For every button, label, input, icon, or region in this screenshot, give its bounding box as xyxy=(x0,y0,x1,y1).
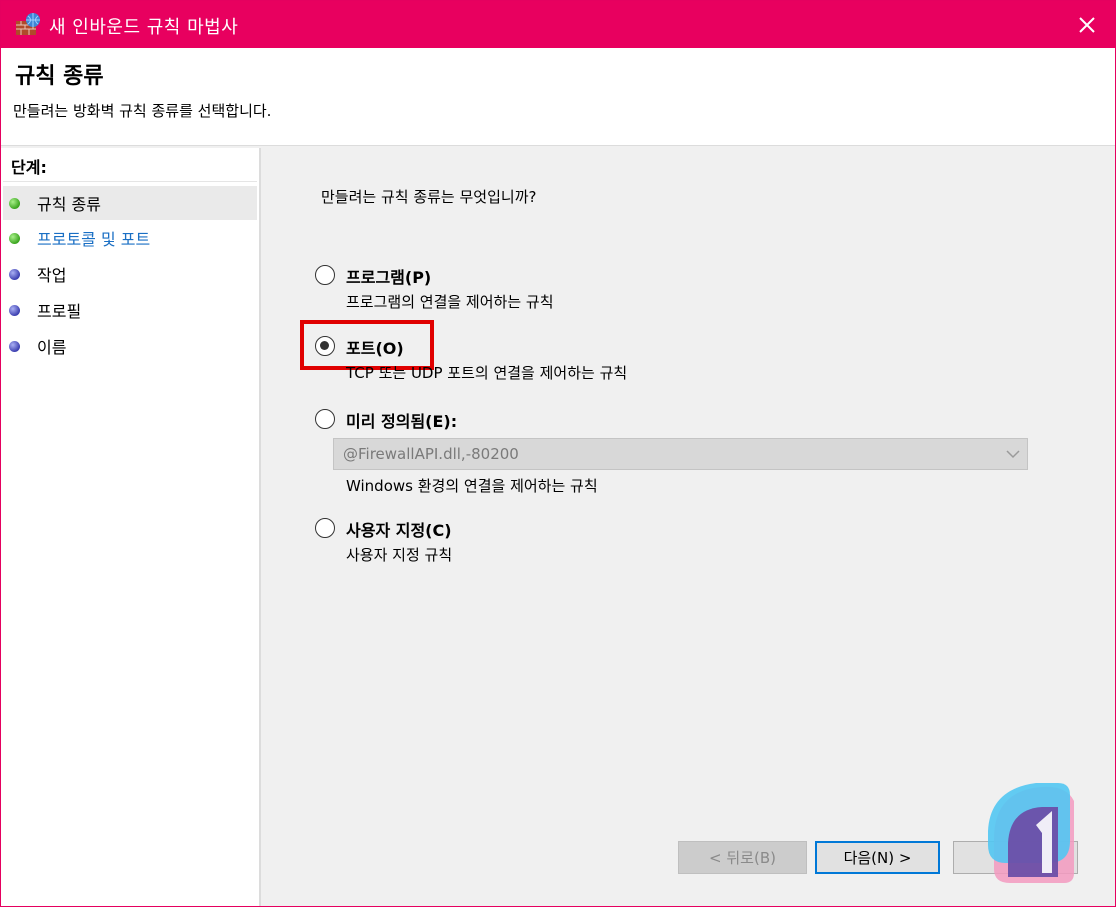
radio-port[interactable] xyxy=(315,336,335,356)
step-item-action: 작업 xyxy=(3,257,257,291)
radio-custom[interactable] xyxy=(315,518,335,538)
option-label[interactable]: 사용자 지정(C) xyxy=(346,517,452,541)
step-status-pending-icon xyxy=(9,268,20,280)
step-item-name: 이름 xyxy=(3,329,257,363)
wizard-window: 새 인바운드 규칙 마법사 규칙 종류 만들려는 방화벽 규칙 종류를 선택합니… xyxy=(0,0,1116,907)
step-item-rule-type[interactable]: 규칙 종류 xyxy=(3,186,257,220)
step-label: 작업 xyxy=(37,266,67,285)
step-status-pending-icon xyxy=(9,340,20,352)
step-label: 프로토콜 및 포트 xyxy=(37,230,151,249)
radio-predefined[interactable] xyxy=(315,409,335,429)
steps-sidebar: 단계: 규칙 종류 프로토콜 및 포트 작업 프로필 이름 xyxy=(1,148,261,906)
option-label[interactable]: 포트(O) xyxy=(346,335,404,359)
watermark-logo-icon xyxy=(988,783,1074,883)
steps-label: 단계: xyxy=(11,158,47,177)
step-status-complete-icon xyxy=(9,232,20,244)
page-title: 규칙 종류 xyxy=(15,64,104,89)
step-label: 프로필 xyxy=(37,302,82,321)
select-value: @FirewallAPI.dll,-80200 xyxy=(343,445,519,463)
page-description: 만들려는 방화벽 규칙 종류를 선택합니다. xyxy=(13,102,272,120)
chevron-down-icon xyxy=(1006,450,1020,459)
step-item-protocol-port[interactable]: 프로토콜 및 포트 xyxy=(3,221,257,255)
next-button[interactable]: 다음(N) > xyxy=(815,841,940,874)
steps-divider xyxy=(3,181,257,182)
option-description: 프로그램의 연결을 제어하는 규칙 xyxy=(346,293,554,311)
firewall-icon xyxy=(16,13,40,35)
window-title: 새 인바운드 규칙 마법사 xyxy=(49,17,239,38)
option-description: TCP 또는 UDP 포트의 연결을 제어하는 규칙 xyxy=(346,364,628,382)
close-icon xyxy=(1079,16,1095,33)
step-status-pending-icon xyxy=(9,304,20,316)
step-label: 이름 xyxy=(37,338,67,357)
step-status-complete-icon xyxy=(9,197,20,209)
predefined-rule-select: @FirewallAPI.dll,-80200 xyxy=(333,438,1028,470)
option-label[interactable]: 프로그램(P) xyxy=(346,264,431,288)
title-bar[interactable]: 새 인바운드 규칙 마법사 xyxy=(1,1,1115,48)
wizard-header: 규칙 종류 만들려는 방화벽 규칙 종류를 선택합니다. xyxy=(1,48,1115,146)
step-label: 규칙 종류 xyxy=(37,195,101,214)
step-item-profile: 프로필 xyxy=(3,293,257,327)
option-description: Windows 환경의 연결을 제어하는 규칙 xyxy=(346,477,598,495)
rule-type-question: 만들려는 규칙 종류는 무엇입니까? xyxy=(321,188,537,206)
back-button: < 뒤로(B) xyxy=(678,841,807,874)
option-label[interactable]: 미리 정의됨(E): xyxy=(346,408,457,432)
close-button[interactable] xyxy=(1059,1,1115,48)
option-description: 사용자 지정 규칙 xyxy=(346,546,453,564)
radio-program[interactable] xyxy=(315,265,335,285)
